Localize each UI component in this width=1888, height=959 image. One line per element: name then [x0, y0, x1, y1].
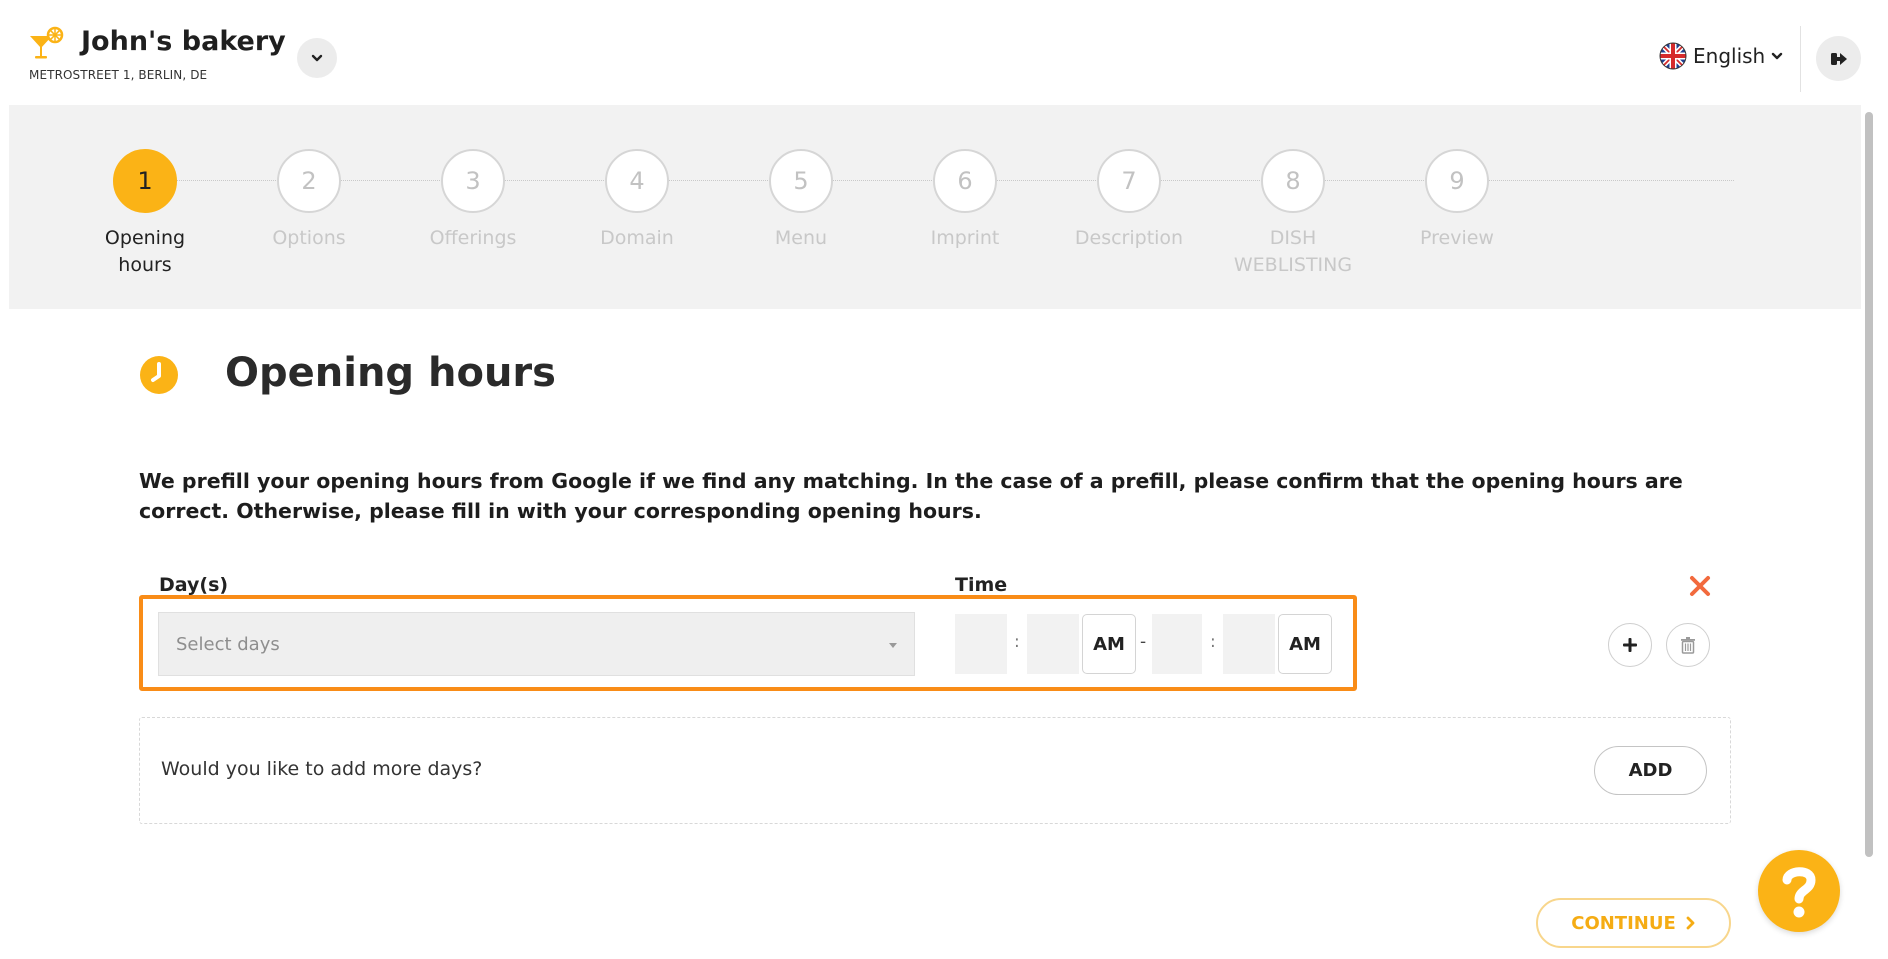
- step-imprint[interactable]: 6 Imprint: [875, 149, 1055, 252]
- step-label-8: DISH WEBLISTING: [1233, 227, 1353, 276]
- from-period-toggle[interactable]: AM: [1082, 614, 1136, 674]
- step-number-1[interactable]: 1: [113, 149, 177, 213]
- step-number-4[interactable]: 4: [605, 149, 669, 213]
- step-label-9: Preview: [1420, 227, 1494, 249]
- language-selector[interactable]: English: [1659, 42, 1783, 70]
- chevron-right-icon: [1686, 916, 1695, 930]
- trash-icon: [1681, 637, 1695, 654]
- step-label-2: Options: [272, 227, 346, 249]
- days-select[interactable]: Select days: [158, 612, 915, 676]
- continue-button[interactable]: CONTINUE: [1536, 898, 1731, 948]
- step-label-6: Imprint: [930, 227, 1000, 249]
- sign-out-icon: [1830, 52, 1847, 65]
- intro-text: We prefill your opening hours from Googl…: [139, 469, 1683, 523]
- page-scrollbar-thumb[interactable]: [1865, 112, 1873, 857]
- chevron-down-icon: [311, 54, 323, 62]
- step-number-3[interactable]: 3: [441, 149, 505, 213]
- business-switch-button[interactable]: [297, 38, 337, 78]
- step-domain[interactable]: 4 Domain: [547, 149, 727, 252]
- from-minute-input[interactable]: [1027, 614, 1079, 674]
- clock-icon: [140, 356, 178, 394]
- step-dish-weblisting[interactable]: 8 DISH WEBLISTING: [1203, 149, 1383, 279]
- business-name: John's bakery: [81, 26, 286, 57]
- time-range-dash: -: [1140, 632, 1147, 652]
- days-select-placeholder: Select days: [176, 633, 280, 655]
- question-mark-icon: [1782, 867, 1816, 918]
- add-time-button[interactable]: [1608, 623, 1652, 667]
- time-label: Time: [955, 574, 1008, 596]
- days-label: Day(s): [159, 574, 229, 596]
- logout-button[interactable]: [1816, 36, 1861, 81]
- to-colon: :: [1210, 632, 1216, 652]
- step-opening-hours[interactable]: 1 Opening hours: [55, 149, 235, 279]
- step-label-7: Description: [1074, 227, 1184, 249]
- uk-flag-icon: [1659, 42, 1687, 70]
- from-colon: :: [1014, 632, 1020, 652]
- delete-row-button[interactable]: [1666, 623, 1710, 667]
- step-number-2[interactable]: 2: [277, 149, 341, 213]
- to-period-toggle[interactable]: AM: [1278, 614, 1332, 674]
- business-address: METROSTREET 1, BERLIN, DE: [29, 68, 208, 82]
- to-hour-input[interactable]: [1152, 614, 1202, 674]
- step-label-4: Domain: [600, 227, 674, 249]
- step-number-7[interactable]: 7: [1097, 149, 1161, 213]
- step-number-8[interactable]: 8: [1261, 149, 1325, 213]
- step-label-1: Opening hours: [104, 227, 186, 276]
- add-days-button[interactable]: ADD: [1594, 746, 1707, 795]
- progress-stepper: 1 Opening hours 2 Options 3 Offerings 4 …: [9, 105, 1861, 309]
- help-button[interactable]: [1758, 850, 1840, 932]
- cocktail-logo-icon: [30, 26, 64, 59]
- header-divider: [1800, 26, 1801, 92]
- step-options[interactable]: 2 Options: [219, 149, 399, 252]
- step-offerings[interactable]: 3 Offerings: [383, 149, 563, 252]
- add-more-days-text: Would you like to add more days?: [161, 758, 483, 780]
- caret-down-icon: [889, 643, 897, 648]
- page-title: Opening hours: [225, 350, 556, 396]
- chevron-down-icon: [1772, 52, 1783, 60]
- continue-label: CONTINUE: [1571, 912, 1676, 934]
- step-label-5: Menu: [774, 227, 828, 249]
- step-description[interactable]: 7 Description: [1039, 149, 1219, 252]
- step-label-3: Offerings: [429, 227, 517, 249]
- step-number-6[interactable]: 6: [933, 149, 997, 213]
- step-menu[interactable]: 5 Menu: [711, 149, 891, 252]
- step-preview[interactable]: 9 Preview: [1367, 149, 1547, 252]
- language-label: English: [1693, 44, 1766, 68]
- to-minute-input[interactable]: [1223, 614, 1275, 674]
- from-hour-input[interactable]: [955, 614, 1007, 674]
- step-number-9[interactable]: 9: [1425, 149, 1489, 213]
- plus-icon: [1623, 638, 1637, 652]
- close-icon[interactable]: [1685, 571, 1715, 601]
- header: John's bakery METROSTREET 1, BERLIN, DE …: [0, 0, 1888, 105]
- step-number-5[interactable]: 5: [769, 149, 833, 213]
